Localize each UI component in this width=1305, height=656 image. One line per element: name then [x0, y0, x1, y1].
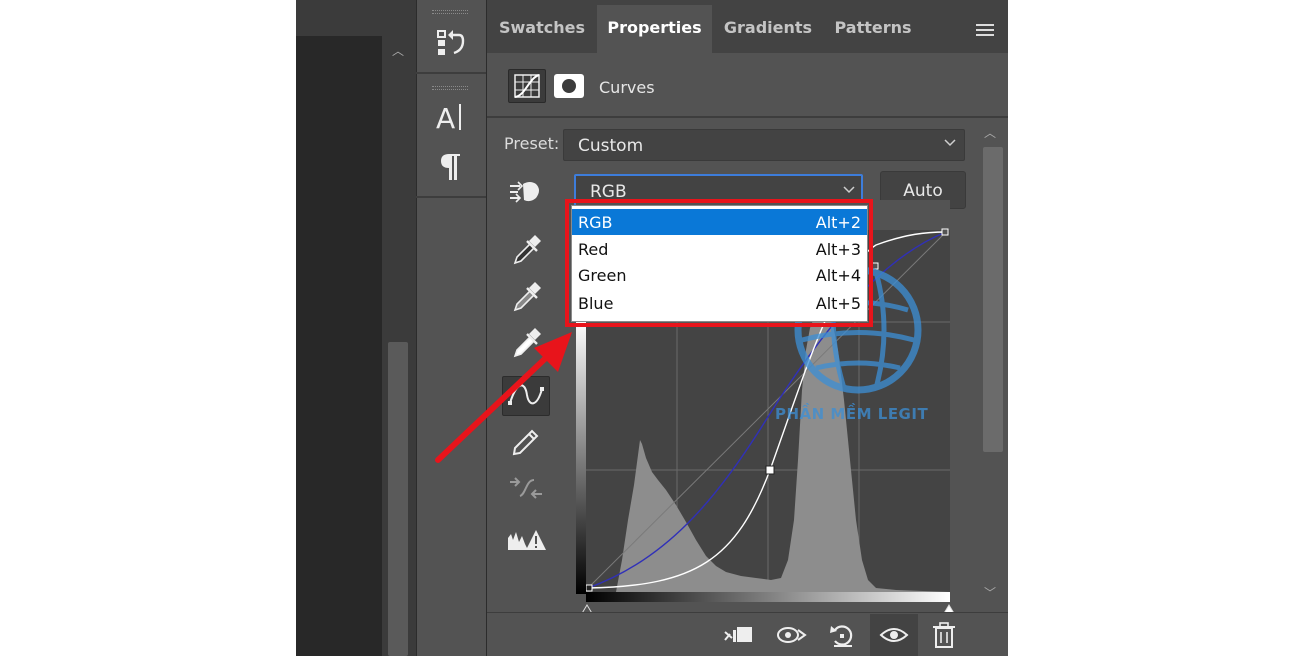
canvas-scrollbar-thumb[interactable] [388, 342, 408, 656]
target-adjust-icon[interactable] [506, 178, 544, 206]
character-icon[interactable]: A [432, 98, 468, 136]
clipping-warning-icon[interactable] [502, 522, 550, 562]
curve-endpoint [585, 584, 593, 592]
curve-endpoint [941, 228, 949, 236]
paragraph-icon[interactable] [432, 148, 468, 186]
chevron-down-icon[interactable] [944, 136, 956, 150]
preset-value: Custom [578, 136, 644, 156]
dock-separator [416, 72, 486, 74]
reset-icon[interactable] [826, 620, 860, 650]
mask-icon-circle [562, 79, 576, 93]
history-icon[interactable] [432, 26, 468, 62]
header-divider [487, 116, 1008, 118]
tab-label: Properties [607, 18, 702, 37]
tab-label: Patterns [834, 18, 912, 37]
gray-point-eyedropper-icon[interactable] [502, 277, 550, 317]
tab-properties[interactable]: Properties [597, 5, 712, 53]
curves-adjustment-icon[interactable] [508, 69, 546, 103]
dock-separator [416, 196, 486, 198]
annotation-arrow [435, 332, 572, 463]
scroll-up-icon[interactable]: ︿ [984, 124, 996, 141]
tab-gradients[interactable]: Gradients [713, 5, 823, 53]
canvas-dark-region [296, 36, 382, 656]
black-point-eyedropper-icon[interactable] [502, 230, 550, 270]
panel-scrollbar-thumb[interactable] [983, 147, 1003, 452]
curve-control-point [765, 465, 775, 475]
watermark-text: PHẦN MỀM LEGIT [775, 405, 929, 423]
input-gradient-bar [586, 592, 950, 602]
tab-swatches[interactable]: Swatches [488, 5, 596, 53]
tab-label: Swatches [499, 18, 585, 37]
clip-to-layer-icon[interactable] [722, 620, 756, 650]
preset-select[interactable]: Custom [563, 129, 965, 161]
svg-text:A: A [436, 102, 455, 135]
scroll-up-icon[interactable]: ︿ [388, 42, 408, 60]
dock-grip[interactable] [432, 86, 468, 90]
visibility-eye-icon[interactable] [877, 620, 911, 650]
chevron-down-icon[interactable] [843, 183, 855, 197]
smooth-curve-icon[interactable] [502, 468, 550, 508]
scroll-down-icon[interactable]: ﹀ [984, 584, 996, 601]
tab-patterns[interactable]: Patterns [824, 5, 922, 53]
panel-title: Curves [599, 78, 655, 97]
annotation-highlight-box [565, 199, 873, 327]
view-previous-icon[interactable] [774, 620, 808, 650]
panel-menu-icon[interactable] [976, 22, 996, 41]
dock-grip[interactable] [432, 10, 468, 14]
trash-icon[interactable] [927, 620, 961, 650]
preset-label: Preset: [504, 134, 560, 153]
tab-label: Gradients [723, 18, 813, 37]
